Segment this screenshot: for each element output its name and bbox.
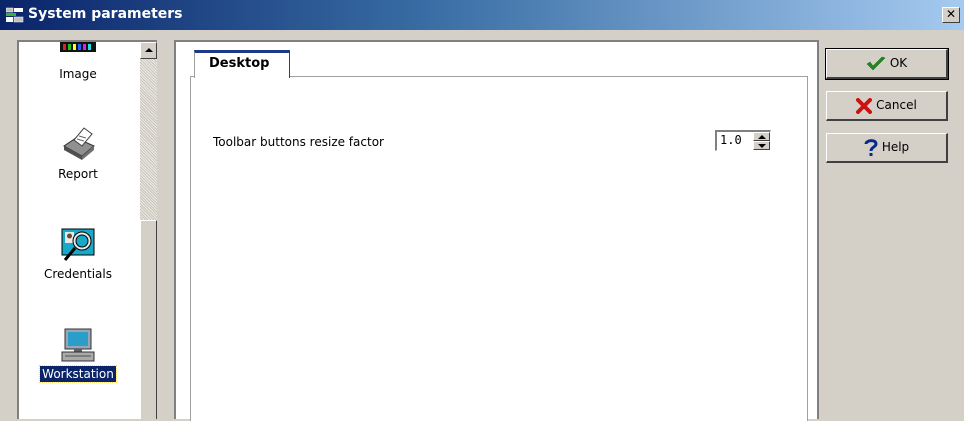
credentials-icon xyxy=(61,228,95,261)
toolbar-resize-factor-spinner[interactable]: 1.0 xyxy=(715,130,771,151)
sidebar-item-report[interactable]: Report xyxy=(19,126,137,182)
cancel-button[interactable]: Cancel xyxy=(826,91,948,121)
checkmark-icon xyxy=(866,56,886,70)
category-sidebar: Image Report Credentials Workstation xyxy=(17,40,157,419)
tab-label: Desktop xyxy=(209,56,270,71)
spinner-buttons xyxy=(753,132,770,150)
question-mark-icon xyxy=(864,138,878,156)
sidebar-item-workstation[interactable]: Workstation xyxy=(19,328,137,383)
sidebar-item-label: Report xyxy=(58,167,98,181)
tab-desktop[interactable]: Desktop xyxy=(194,50,290,78)
title-bar: System parameters ✕ xyxy=(0,0,964,30)
red-x-icon xyxy=(856,97,873,114)
sidebar-item-label: Image xyxy=(59,67,97,81)
system-parameters-icon xyxy=(6,7,24,23)
ok-button[interactable]: OK xyxy=(825,48,949,80)
window-title: System parameters xyxy=(28,6,183,22)
settings-panel: Toolbar buttons resize factor 1.0 Deskto… xyxy=(174,40,819,421)
scrollbar-thumb[interactable] xyxy=(140,220,157,419)
sidebar-item-image[interactable]: Image xyxy=(19,42,137,82)
toolbar-resize-factor-label: Toolbar buttons resize factor xyxy=(213,135,384,149)
sidebar-item-label: Workstation xyxy=(39,365,117,383)
image-icon xyxy=(60,42,96,52)
close-button[interactable]: ✕ xyxy=(942,7,960,23)
scroll-up-button[interactable] xyxy=(140,42,157,59)
sidebar-item-credentials[interactable]: Credentials xyxy=(19,228,137,282)
workstation-icon xyxy=(61,328,95,362)
help-button[interactable]: Help xyxy=(826,133,948,163)
printer-icon xyxy=(63,127,95,160)
close-icon: ✕ xyxy=(945,7,957,21)
sidebar-scrollbar[interactable] xyxy=(140,42,157,419)
tab-page-desktop: Toolbar buttons resize factor 1.0 xyxy=(190,76,808,421)
spinner-down-button[interactable] xyxy=(753,141,770,150)
sidebar-item-label: Credentials xyxy=(43,267,112,281)
spinner-value[interactable]: 1.0 xyxy=(720,133,742,147)
spinner-up-button[interactable] xyxy=(753,132,770,141)
